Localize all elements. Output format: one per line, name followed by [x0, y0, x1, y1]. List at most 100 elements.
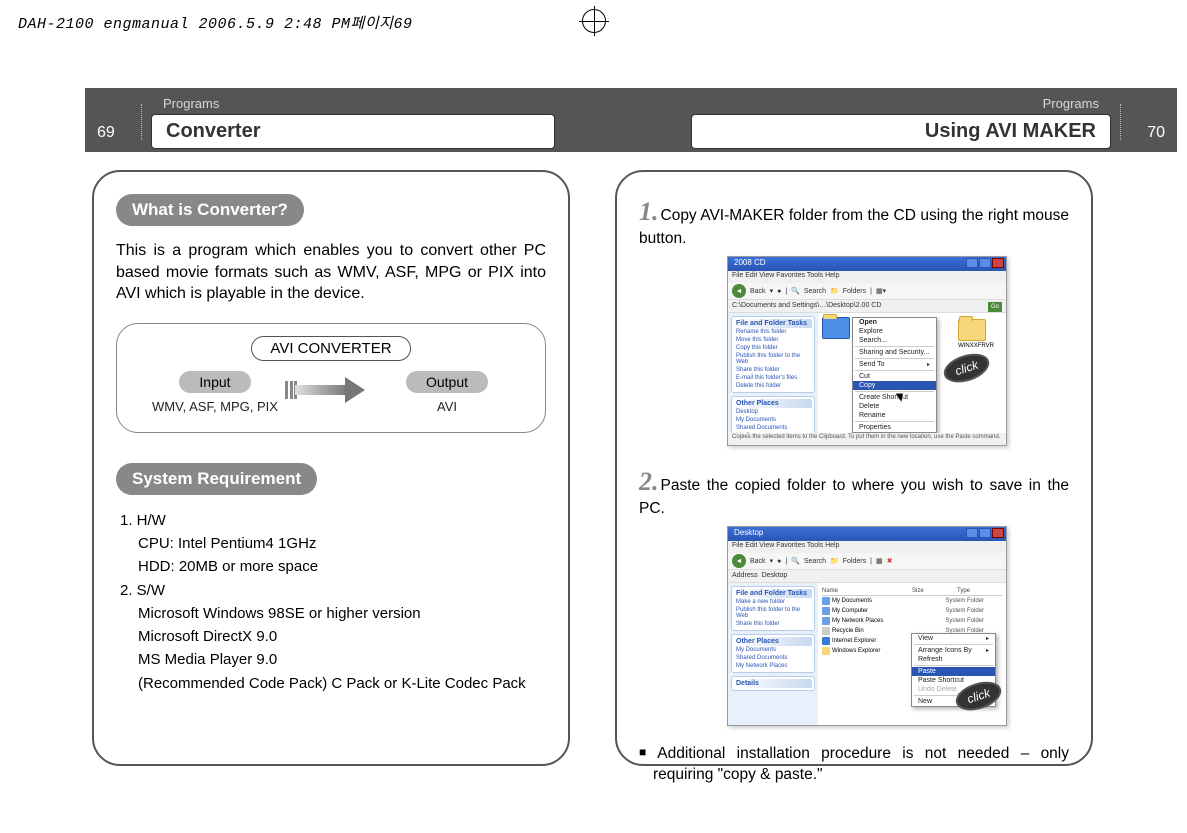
- crop-registration-mark: [564, 6, 624, 36]
- toolbar-back-label: Back: [750, 288, 766, 295]
- right-page-number: 70: [1147, 124, 1165, 142]
- req-mediaplayer: MS Media Player 9.0: [120, 648, 546, 671]
- close-icon: [992, 258, 1004, 268]
- selected-folder-icon: [822, 317, 850, 339]
- menu-bar: File Edit View Favorites Tools Help: [728, 541, 1006, 553]
- list-header: Name Size Type: [822, 587, 1002, 596]
- window-titlebar: 2008 CD: [728, 257, 1006, 271]
- left-category-label: Programs: [163, 96, 219, 111]
- req-codecpack: (Recommended Code Pack) C Pack or K-Lite…: [120, 672, 546, 695]
- go-button-icon: Go: [988, 302, 1002, 312]
- context-menu-item: Arrange Icons By: [912, 646, 995, 655]
- step-1: 1.Copy AVI-MAKER folder from the CD usin…: [639, 194, 1069, 446]
- dotted-separator: [141, 104, 142, 140]
- list-item: My ComputerSystem Folder: [822, 606, 1002, 616]
- screenshot-paste-folder: Desktop File Edit View Favorites Tools H…: [727, 526, 1007, 726]
- additional-note: ■Additional installation procedure is no…: [639, 744, 1069, 786]
- minimize-icon: [966, 528, 978, 538]
- sidebar-item: Shared Documents: [734, 654, 812, 662]
- col-type: Type: [957, 588, 1002, 594]
- folder-name: WINXXFRVR: [958, 343, 994, 349]
- diagram-input-block: Input WMV, ASF, MPG, PIX: [145, 371, 285, 414]
- toolbar-search-label: Search: [804, 288, 826, 295]
- bullet-icon: ■: [639, 745, 653, 759]
- sidebar-item: Share this folder: [734, 366, 812, 374]
- context-menu-item-copy-highlighted: Copy: [853, 381, 936, 390]
- address-bar: C:\Documents and Settings\…\Desktop\2.00…: [728, 299, 1006, 313]
- context-menu-item-paste-highlighted: Paste: [912, 667, 995, 676]
- requirements-list: 1. H/W CPU: Intel Pentium4 1GHz HDD: 20M…: [116, 509, 546, 695]
- window-titlebar: Desktop: [728, 527, 1006, 541]
- context-menu-item: Cut: [853, 372, 936, 381]
- step-2-number: 2.: [639, 467, 659, 496]
- sidebar-item: Move this folder: [734, 336, 812, 344]
- context-menu-item: View: [912, 634, 995, 643]
- input-formats: WMV, ASF, MPG, PIX: [145, 399, 285, 414]
- sidebar-item: Copy this folder: [734, 344, 812, 352]
- sidebar-item: Rename this folder: [734, 328, 812, 336]
- output-format: AVI: [377, 399, 517, 414]
- step-1-number: 1.: [639, 197, 659, 226]
- diagram-output-block: Output AVI: [377, 371, 517, 414]
- maximize-icon: [979, 528, 991, 538]
- converter-diagram: AVI CONVERTER Input WMV, ASF, MPG, PIX O…: [116, 323, 546, 433]
- header-right: Programs Using AVI MAKER 70: [697, 94, 1177, 146]
- back-button-icon: ◄: [732, 554, 746, 568]
- close-icon: [992, 528, 1004, 538]
- what-is-converter-heading: What is Converter?: [116, 194, 304, 226]
- output-label: Output: [406, 371, 488, 393]
- right-page-body: 1.Copy AVI-MAKER folder from the CD usin…: [615, 170, 1093, 783]
- right-category-label: Programs: [1043, 96, 1099, 111]
- arrow-icon: [285, 377, 377, 407]
- context-menu-item: Send To: [853, 360, 936, 369]
- sidebar-heading-places: Other Places: [734, 399, 812, 408]
- toolbar: ◄ Back ▾●| 🔍Search 📁Folders |▦✖: [728, 553, 1006, 569]
- avi-maker-panel: 1.Copy AVI-MAKER folder from the CD usin…: [615, 170, 1093, 766]
- note-text: Additional installation procedure is not…: [653, 745, 1069, 783]
- toolbar-search-label: Search: [804, 558, 826, 565]
- converter-intro-text: This is a program which enables you to c…: [116, 240, 546, 305]
- req-hw-heading: 1. H/W: [120, 509, 546, 532]
- context-menu-item: Search...: [853, 336, 936, 345]
- right-page-title: Using AVI MAKER: [691, 114, 1111, 149]
- sidebar-item: Publish this folder to the Web: [734, 606, 812, 620]
- req-directx: Microsoft DirectX 9.0: [120, 625, 546, 648]
- window-controls: [966, 258, 1004, 268]
- context-menu-item: Open: [853, 318, 936, 327]
- context-menu-item: Refresh: [912, 655, 995, 664]
- req-sw-heading: 2. S/W: [120, 579, 546, 602]
- list-item: My DocumentsSystem Folder: [822, 596, 1002, 606]
- explorer-sidebar: File and Folder Tasks Make a new folder …: [728, 583, 818, 725]
- screenshot-copy-folder: 2008 CD File Edit View Favorites Tools H…: [727, 256, 1007, 446]
- sidebar-item: Publish this folder to the Web: [734, 352, 812, 366]
- context-menu-item: Properties: [853, 423, 936, 432]
- context-menu-item: Create Shortcut: [853, 393, 936, 402]
- address-path: Desktop: [762, 572, 788, 579]
- address-label: Address: [732, 572, 758, 579]
- address-path: C:\Documents and Settings\…\Desktop\2.00…: [732, 302, 881, 309]
- req-hdd: HDD: 20MB or more space: [120, 555, 546, 578]
- context-menu-item: Explore: [853, 327, 936, 336]
- sidebar-heading-details: Details: [734, 679, 812, 688]
- toolbar-back-label: Back: [750, 558, 766, 565]
- context-menu-item: Sharing and Security...: [853, 348, 936, 357]
- input-label: Input: [179, 371, 250, 393]
- system-requirement-heading: System Requirement: [116, 463, 317, 495]
- context-menu: Open Explore Search... Sharing and Secur…: [852, 317, 937, 433]
- sidebar-item: Share this folder: [734, 620, 812, 628]
- dotted-separator: [1120, 104, 1121, 140]
- toolbar: ◄ Back ▾● | 🔍Search 📁Folders |▦▾: [728, 283, 1006, 299]
- minimize-icon: [966, 258, 978, 268]
- sidebar-item: Shared Documents: [734, 424, 812, 432]
- sidebar-item: My Network Places: [734, 662, 812, 670]
- explorer-content: WINXXFRVR Open Explore Search... Sharing…: [818, 313, 1006, 445]
- window-controls: [966, 528, 1004, 538]
- step-2-text: Paste the copied folder to where you wis…: [639, 477, 1069, 517]
- sidebar-item: Desktop: [734, 408, 812, 416]
- col-size: Size: [912, 588, 957, 594]
- print-header: DAH-2100 engmanual 2006.5.9 2:48 PM페이지69: [18, 12, 412, 33]
- left-page-title: Converter: [151, 114, 555, 149]
- left-page-number: 69: [97, 124, 115, 142]
- window-title: Desktop: [734, 528, 763, 537]
- header-left: 69 Programs Converter: [85, 94, 565, 146]
